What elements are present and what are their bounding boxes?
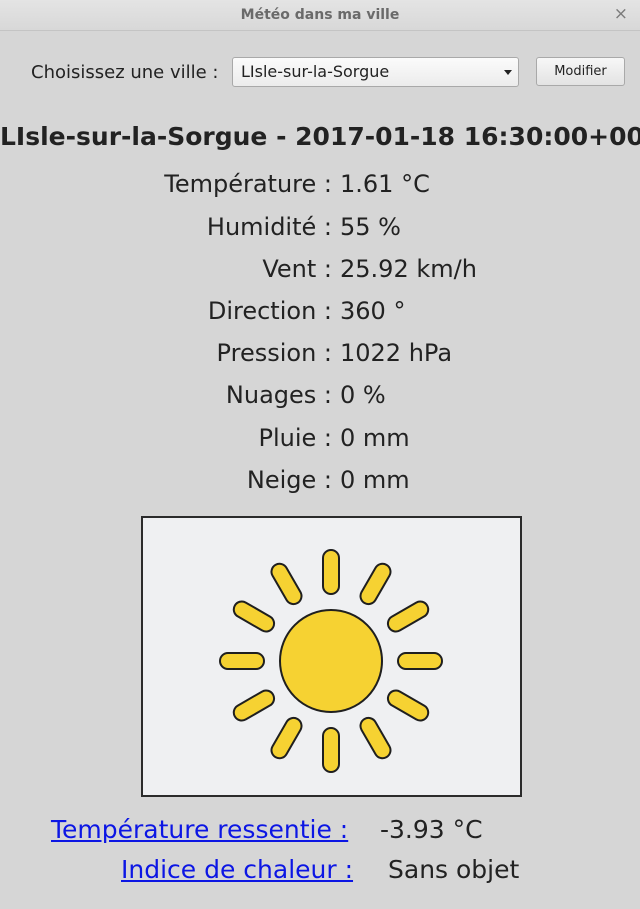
city-select-value: LIsle-sur-la-Sorgue <box>241 62 390 81</box>
sun-ray <box>322 549 340 595</box>
metric-row-pressure: Pression : 1022 hPa <box>0 337 640 369</box>
metric-label: Vent : <box>262 255 332 283</box>
sun-ray <box>386 689 430 722</box>
title-bar: Météo dans ma ville × <box>0 0 640 31</box>
metric-row-rain: Pluie : 0 mm <box>0 422 640 454</box>
page-title: LIsle-sur-la-Sorgue - 2017-01-18 16:30:0… <box>0 122 640 151</box>
metric-label: Température : <box>164 170 332 198</box>
sun-ray <box>397 652 443 670</box>
close-icon[interactable]: × <box>614 4 628 24</box>
sun-ray <box>270 562 303 606</box>
metric-value: 55 % <box>340 213 401 241</box>
metric-row-clouds: Nuages : 0 % <box>0 379 640 411</box>
sun-ray <box>322 727 340 773</box>
metric-label: Pluie : <box>258 424 333 452</box>
sun-ray <box>359 716 392 760</box>
window-title: Météo dans ma ville <box>240 7 400 23</box>
metric-row-humidity: Humidité : 55 % <box>0 211 640 243</box>
metric-row-direction: Direction : 360 ° <box>0 295 640 327</box>
sun-ray <box>270 716 303 760</box>
sun-ray <box>219 652 265 670</box>
metric-label: Humidité : <box>206 213 332 241</box>
metric-row-wind: Vent : 25.92 km/h <box>0 253 640 285</box>
metric-label: Neige : <box>246 466 332 494</box>
city-label: Choisissez une ville : <box>31 62 219 83</box>
sun-ray <box>232 689 276 722</box>
metric-label: Nuages : <box>225 381 332 409</box>
metric-value: 0 % <box>340 381 386 409</box>
sun-icon <box>219 549 443 773</box>
sun-ray <box>232 600 276 633</box>
metric-row-temperature: Température : 1.61 °C <box>0 168 640 200</box>
feels-like-link[interactable]: Température ressentie : <box>51 815 348 844</box>
heat-index-link[interactable]: Indice de chaleur : <box>121 855 353 884</box>
metric-label: Pression : <box>216 339 332 367</box>
feels-like-value: -3.93 °C <box>380 815 483 844</box>
metric-value: 0 mm <box>340 424 410 452</box>
heat-index-value: Sans objet <box>388 855 520 884</box>
chevron-down-icon <box>504 70 512 75</box>
sun-ray <box>386 600 430 633</box>
metric-value: 1022 hPa <box>340 339 453 367</box>
metric-value: 1.61 °C <box>340 170 430 198</box>
sun-ray <box>359 562 392 606</box>
metric-label: Direction : <box>207 297 332 325</box>
metric-value: 360 ° <box>340 297 406 325</box>
modify-button[interactable]: Modifier <box>536 57 625 86</box>
metric-value: 0 mm <box>340 466 410 494</box>
weather-icon-frame <box>141 516 522 797</box>
metric-row-snow: Neige : 0 mm <box>0 464 640 496</box>
metric-value: 25.92 km/h <box>340 255 477 283</box>
city-select[interactable]: LIsle-sur-la-Sorgue <box>232 57 519 87</box>
